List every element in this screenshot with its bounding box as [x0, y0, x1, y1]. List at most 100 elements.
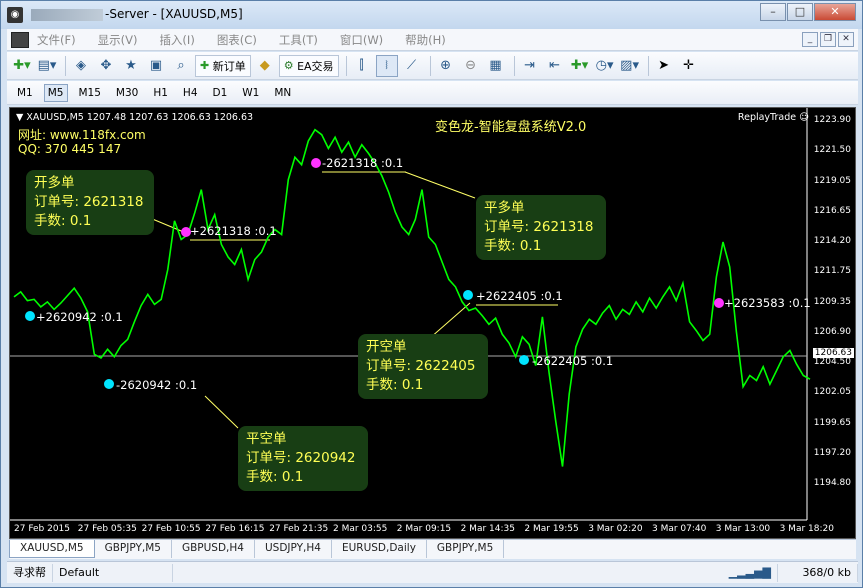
templates-icon[interactable]: ▨▾ [619, 55, 641, 77]
trade-label-close-2621318: -2621318 :0.1 [322, 156, 404, 170]
trade-marker[interactable] [714, 298, 724, 308]
mdi-close-button[interactable]: ✕ [838, 32, 854, 47]
menu-charts[interactable]: 图表(C) [217, 32, 257, 48]
timeframe-w1[interactable]: W1 [238, 84, 263, 102]
status-bar: 寻求帮 Default ▁▂▃▅▇ 368/0 kb [7, 561, 858, 583]
tab-gbpusd-h4[interactable]: GBPUSD,H4 [172, 540, 255, 558]
periods-icon[interactable]: ◷▾ [594, 55, 616, 77]
menu-view[interactable]: 显示(V) [98, 32, 138, 48]
window-title: -Server - [XAUUSD,M5] [31, 7, 243, 21]
minimize-button[interactable]: – [760, 3, 786, 21]
trade-marker[interactable] [519, 355, 529, 365]
menu-window[interactable]: 窗口(W) [340, 32, 383, 48]
ea-trading-label: EA交易 [297, 59, 334, 73]
chart-window-icon[interactable] [11, 31, 29, 48]
trade-label-close-2622405: -2622405 :0.1 [532, 354, 614, 368]
price-axis-label: 1204.50 [813, 357, 851, 367]
cursor-icon[interactable]: ➤ [653, 55, 675, 77]
trade-marker[interactable] [104, 379, 114, 389]
time-axis-label: 2 Mar 14:35 [460, 524, 515, 534]
auto-scroll-icon[interactable]: ⇥ [519, 55, 541, 77]
current-price-label: 1206.63 [812, 348, 854, 358]
menu-bar: 文件(F) 显示(V) 插入(I) 图表(C) 工具(T) 窗口(W) 帮助(H… [7, 29, 858, 51]
tab-gbpjpy-m5-2[interactable]: GBPJPY,M5 [427, 540, 505, 558]
note-title: 开空单 [366, 339, 407, 355]
toolbar-separator [65, 55, 66, 76]
zoom-in-icon[interactable]: ⊕ [435, 55, 457, 77]
note-lots: 手数: 0.1 [484, 238, 542, 254]
timeframe-m1[interactable]: M1 [13, 84, 37, 102]
indicators-icon[interactable]: ✚▾ [569, 55, 591, 77]
price-chart[interactable]: ▼ XAUUSD,M5 1207.48 1207.63 1206.63 1206… [9, 107, 856, 539]
timeframe-d1[interactable]: D1 [209, 84, 232, 102]
mdi-restore-button[interactable]: ❐ [820, 32, 836, 47]
tab-xauusd-m5[interactable]: XAUUSD,M5 [9, 540, 95, 558]
ea-trading-button[interactable]: ⚙ EA交易 [278, 54, 339, 77]
data-window-icon[interactable]: ✥ [95, 55, 117, 77]
menu-file[interactable]: 文件(F) [37, 32, 76, 48]
note-connector-line [404, 171, 476, 199]
candlestick-icon[interactable]: ⧘ [375, 54, 398, 77]
time-axis-label: 2 Mar 03:55 [333, 524, 388, 534]
plus-icon: ✚ [200, 59, 213, 72]
zoom-out-icon[interactable]: ⊖ [460, 55, 482, 77]
strategy-tester-icon[interactable]: ⌕ [170, 55, 192, 77]
metaeditor-icon[interactable]: ◆ [254, 55, 276, 77]
timeframe-h4[interactable]: H4 [179, 84, 202, 102]
trade-marker[interactable] [311, 158, 321, 168]
price-axis-label: 1194.80 [813, 478, 851, 488]
tab-gbpjpy-m5[interactable]: GBPJPY,M5 [95, 540, 172, 558]
note-lots: 手数: 0.1 [366, 377, 424, 393]
menu-help[interactable]: 帮助(H) [405, 32, 446, 48]
timeframe-h1[interactable]: H1 [149, 84, 172, 102]
terminal-icon[interactable]: ▣ [145, 55, 167, 77]
timeframe-m15[interactable]: M15 [75, 84, 105, 102]
redacted-server-name [31, 8, 103, 21]
bar-chart-icon[interactable]: ⫿ [351, 55, 373, 77]
price-axis-label: 1206.90 [813, 326, 851, 337]
time-axis-label: 2 Mar 19:55 [524, 524, 579, 534]
market-watch-icon[interactable]: ◈ [70, 55, 92, 77]
toolbar-separator [513, 55, 515, 76]
close-button[interactable]: ✕ [814, 3, 856, 21]
new-order-button[interactable]: ✚ 新订单 [195, 54, 251, 77]
maximize-button[interactable]: □ [787, 3, 813, 21]
note-connector-line [429, 302, 471, 339]
profiles-button[interactable]: ▤▾ [36, 55, 58, 77]
note-title: 开多单 [34, 175, 75, 191]
timeframe-m5[interactable]: M5 [43, 83, 68, 102]
tab-eurusd-daily[interactable]: EURUSD,Daily [332, 540, 427, 558]
app-logo-icon: ◉ [7, 7, 23, 23]
navigator-icon[interactable]: ★ [120, 55, 142, 77]
timeframe-mn[interactable]: MN [270, 84, 295, 102]
trade-marker[interactable] [463, 290, 473, 300]
note-close-short: 平空单 订单号: 2620942 手数: 0.1 [238, 426, 368, 491]
price-axis-label: 1209.35 [813, 296, 851, 307]
chart-header: ▼ XAUUSD,M5 1207.48 1207.63 1206.63 1206… [16, 112, 254, 123]
price-axis-label: 1202.05 [813, 387, 851, 398]
price-axis-label: 1223.90 [813, 115, 851, 125]
note-open-long: 开多单 订单号: 2621318 手数: 0.1 [26, 170, 154, 235]
crosshair-icon[interactable]: ✛ [678, 55, 700, 77]
timeframe-bar: M1 M5 M15 M30 H1 H4 D1 W1 MN [7, 81, 858, 105]
line-chart-icon[interactable]: ⟋ [401, 55, 423, 77]
time-axis-label: 2 Mar 09:15 [396, 524, 452, 534]
mdi-minimize-button[interactable]: _ [802, 32, 818, 47]
app-window: ◉ -Server - [XAUUSD,M5] – □ ✕ 文件(F) 显示(V… [0, 0, 863, 588]
trade-marker[interactable] [25, 311, 35, 321]
time-axis-label: 3 Mar 07:40 [652, 524, 707, 534]
note-connector-line [149, 217, 187, 234]
time-axis-label: 27 Feb 10:55 [141, 524, 201, 534]
timeframe-m30[interactable]: M30 [112, 84, 142, 102]
tile-windows-icon[interactable]: ▦ [485, 55, 507, 77]
trade-label-open-2623583: +2623583 :0.1 [724, 296, 811, 310]
time-axis-label: 27 Feb 21:35 [269, 524, 329, 534]
menu-tools[interactable]: 工具(T) [279, 32, 318, 48]
new-chart-button[interactable]: ✚▾ [11, 55, 33, 77]
menu-insert[interactable]: 插入(I) [159, 32, 194, 48]
price-axis-label: 1216.65 [813, 205, 851, 216]
time-axis-label: 3 Mar 13:00 [715, 524, 771, 534]
tab-usdjpy-h4[interactable]: USDJPY,H4 [255, 540, 332, 558]
chart-shift-icon[interactable]: ⇤ [544, 55, 566, 77]
title-bar[interactable]: ◉ -Server - [XAUUSD,M5] – □ ✕ [1, 1, 862, 29]
